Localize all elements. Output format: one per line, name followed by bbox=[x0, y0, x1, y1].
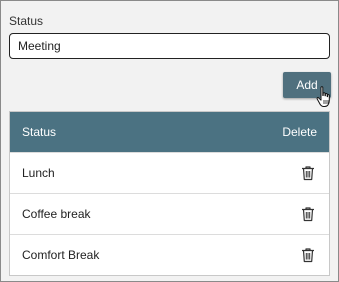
table-row: Lunch bbox=[10, 152, 329, 193]
trash-icon[interactable] bbox=[300, 165, 316, 181]
row-status-label: Lunch bbox=[22, 166, 55, 180]
row-status-label: Comfort Break bbox=[22, 248, 100, 262]
row-status-label: Coffee break bbox=[22, 207, 91, 221]
table-row: Coffee break bbox=[10, 193, 329, 234]
delete-column-header: Delete bbox=[282, 125, 317, 139]
status-table: Status Delete Lunch Coffee break Comfort… bbox=[9, 111, 330, 276]
table-row: Comfort Break bbox=[10, 234, 329, 275]
status-input[interactable] bbox=[9, 33, 330, 59]
trash-icon[interactable] bbox=[300, 247, 316, 263]
table-header: Status Delete bbox=[10, 112, 329, 152]
status-column-header: Status bbox=[22, 125, 57, 139]
hand-cursor-icon bbox=[316, 86, 330, 107]
status-field-label: Status bbox=[9, 14, 44, 28]
trash-icon[interactable] bbox=[300, 206, 316, 222]
status-panel: Status Add Status Delete Lunch Coffee br… bbox=[0, 0, 339, 282]
